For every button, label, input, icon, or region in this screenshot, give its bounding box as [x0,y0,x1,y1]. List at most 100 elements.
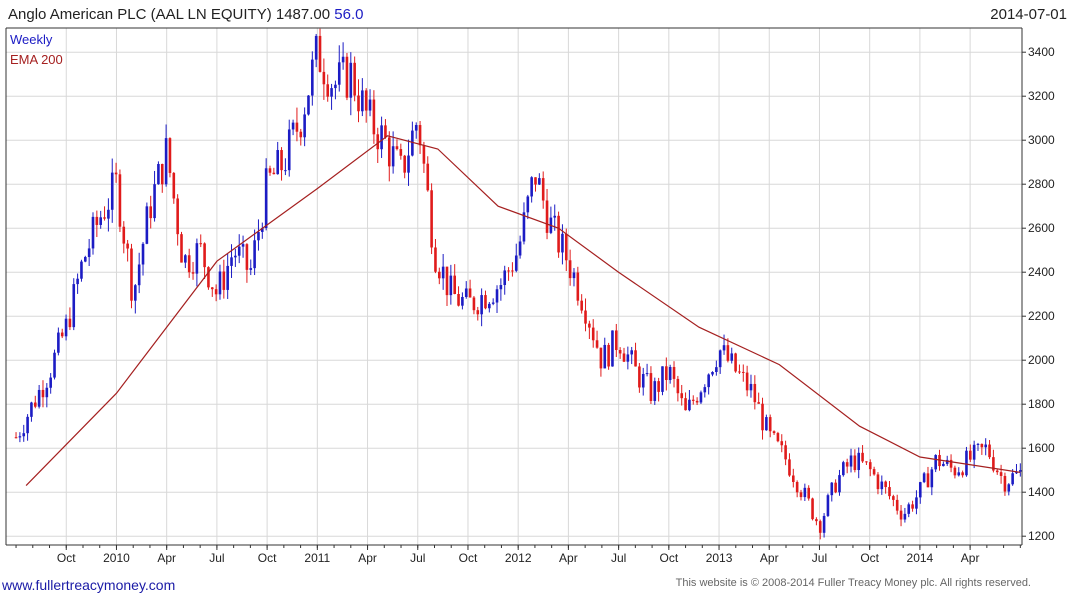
ohlc-bar [726,345,730,361]
ohlc-bar [834,482,837,493]
ohlc-bar [503,270,507,286]
ohlc-bar [341,56,345,63]
ohlc-bar [665,366,668,381]
ohlc-bar [187,255,191,273]
ohlc-bar [1011,473,1014,485]
ohlc-bar [226,265,229,290]
ohlc-bar [557,215,560,253]
ohlc-bar [1003,475,1007,492]
x-tick-label: Apr [961,551,980,565]
ohlc-bar [72,284,76,328]
ohlc-bar [468,288,472,298]
x-tick-label: Jul [209,551,224,565]
ohlc-bar [591,327,595,341]
x-tick-label: 2011 [304,551,330,565]
ohlc-bar [745,372,749,391]
ohlc-bar [895,499,899,511]
ohlc-bar [164,138,168,185]
ohlc-bar [676,378,680,394]
ohlc-bar [280,150,283,171]
x-tick-label: Apr [358,551,377,565]
y-tick-label: 2200 [1028,309,1055,323]
ohlc-bar [942,463,945,467]
ohlc-bar [253,240,256,269]
ohlc-bar [307,95,310,115]
ohlc-bar [434,247,437,272]
ohlc-bar [715,367,718,373]
ohlc-bar [453,275,456,295]
ohlc-bar [607,344,610,367]
ohlc-bar [241,244,245,247]
ohlc-bar [884,481,887,488]
copyright-text: This website is © 2008-2014 Fuller Treac… [675,577,1031,589]
ohlc-bar [37,389,41,407]
ohlc-bar [414,125,418,131]
ohlc-bar [688,399,691,411]
ohlc-bar [892,496,895,500]
ohlc-bar [249,268,253,270]
y-tick-label: 2000 [1028,353,1055,367]
ohlc-bar [953,467,957,476]
ohlc-bar [611,330,614,367]
ohlc-bar [268,168,272,173]
ohlc-bar [176,198,179,235]
ohlc-bar [445,266,449,296]
ohlc-bar [568,260,572,279]
ohlc-bar [84,257,87,262]
ohlc-bar [199,243,203,245]
ohlc-bar [826,495,830,516]
ohlc-bar [464,288,468,297]
ohlc-bar [622,353,626,362]
ohlc-bar [630,350,633,355]
ohlc-bar [553,215,557,218]
ohlc-bar [772,431,776,434]
ohlc-bar [337,62,341,85]
ohlc-bar [380,125,383,150]
ohlc-bar [672,366,676,379]
ohlc-bar [861,452,864,462]
ohlc-bar [780,441,784,446]
ohlc-bar [838,475,841,493]
ohlc-bar [599,347,603,369]
ohlc-bar [1007,484,1011,492]
ohlc-bar [711,372,714,375]
ohlc-bar [511,270,514,272]
y-tick-label: 2600 [1028,221,1055,235]
ohlc-bar [287,129,291,171]
ohlc-bar [530,177,533,197]
ohlc-bar [422,145,426,164]
ohlc-bar [45,387,49,398]
ohlc-bar [318,35,322,72]
ohlc-bar [49,377,52,388]
ohlc-bar [403,155,406,173]
ohlc-bar [284,170,287,172]
ohlc-bar [68,318,72,328]
ohlc-bar [761,403,764,431]
ohlc-bar [126,243,129,249]
ohlc-bar [603,344,607,369]
ohlc-bar [364,90,368,111]
ohlc-bar [815,519,818,522]
ohlc-bar [853,455,857,471]
ohlc-bar [210,287,214,290]
ohlc-bar [91,216,95,249]
ohlc-bar [857,452,861,471]
ohlc-bar [792,475,795,482]
ohlc-bar [203,243,206,268]
ohlc-bar [545,200,549,233]
y-tick-label: 2400 [1028,265,1055,279]
ohlc-bar [1019,470,1022,472]
ohlc-bar [849,455,853,467]
ohlc-bar [41,389,45,398]
ohlc-bar [995,470,999,473]
ohlc-bar [576,272,580,301]
ohlc-bar [476,310,480,315]
ohlc-bar [903,513,907,520]
ohlc-bar [876,474,880,490]
ohlc-bar [588,323,591,328]
ohlc-bar [653,381,657,401]
ohlc-bar [472,297,476,311]
ohlc-bar [668,366,672,381]
site-link[interactable]: www.fullertreacymoney.com [2,577,175,593]
x-tick-label: Oct [57,551,76,565]
